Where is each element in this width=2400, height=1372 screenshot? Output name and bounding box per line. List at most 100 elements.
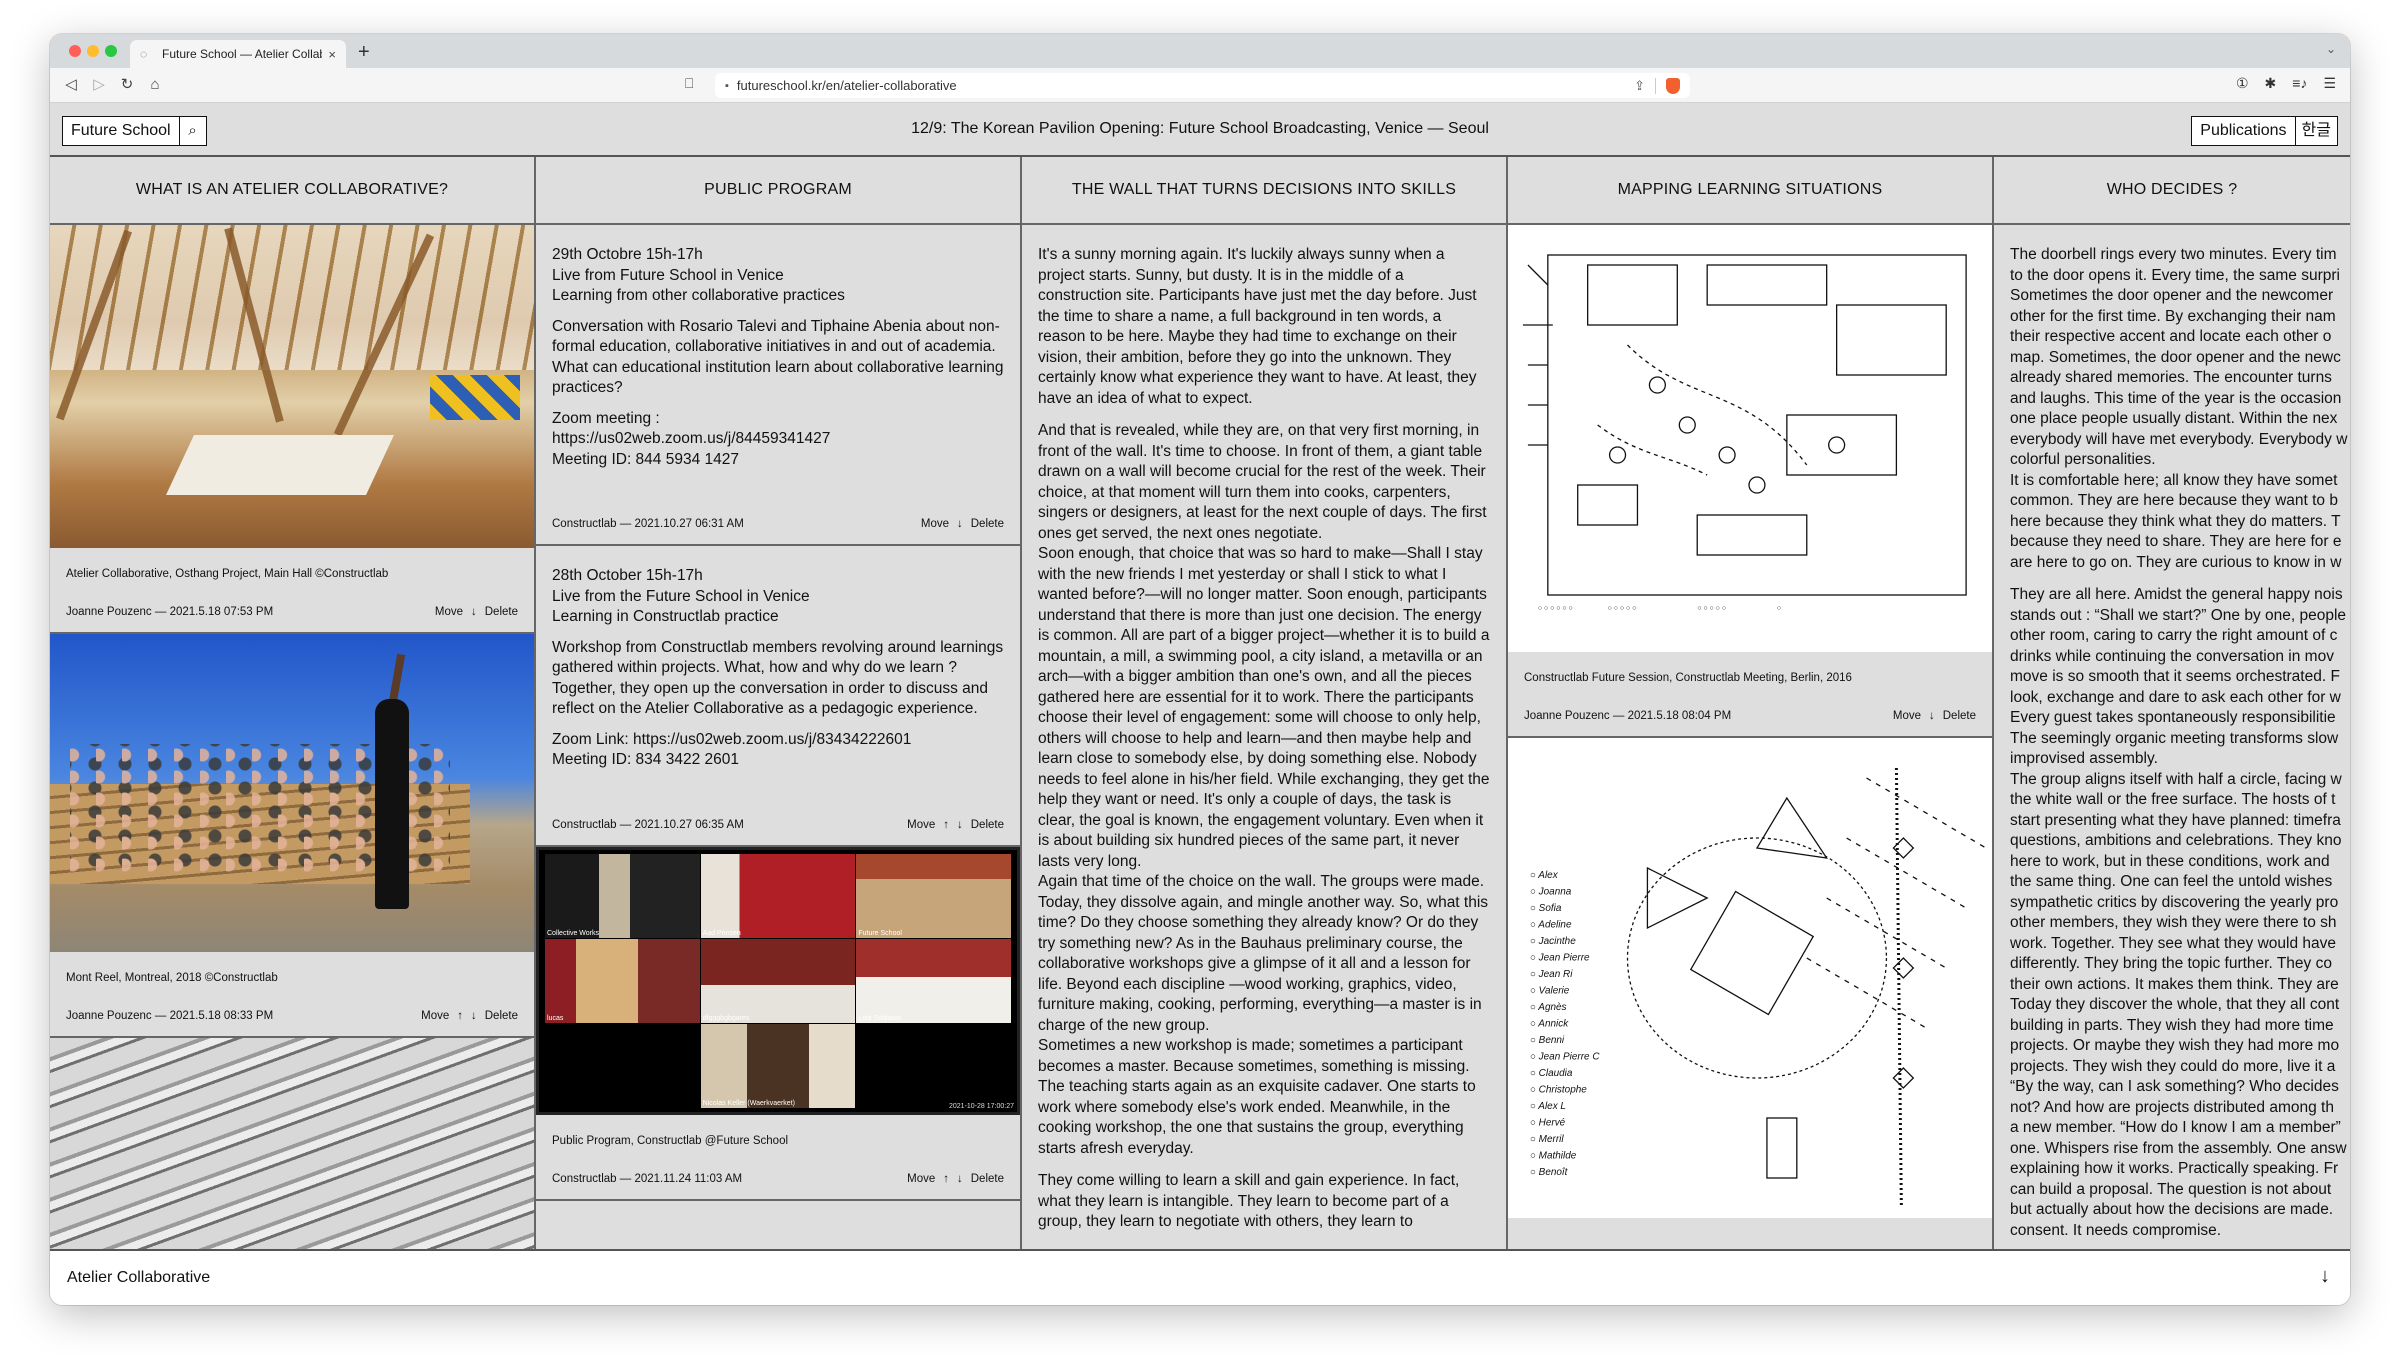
article-line: drinks while continuing the conversation…: [2010, 647, 2334, 665]
move-up-icon[interactable]: ↑: [943, 1173, 949, 1185]
footer-title[interactable]: Atelier Collaborative: [67, 1269, 210, 1287]
zoom-link[interactable]: https://us02web.zoom.us/j/84459341427: [552, 430, 830, 447]
browser-tab[interactable]: ◌ Future School — Atelier Collabo ×: [130, 40, 346, 68]
language-toggle-button[interactable]: 한글: [2296, 117, 2337, 145]
move-label: Move: [907, 1172, 936, 1185]
zoom-screenshot[interactable]: Collective Works Aad Prinsen Future Scho…: [536, 846, 1020, 1115]
home-icon[interactable]: ⌂: [144, 74, 166, 96]
article-line: one place people usually distant. Within…: [2010, 410, 2338, 427]
workshop-photo[interactable]: [50, 225, 534, 548]
article-line: consent. It needs compromise.: [2010, 1221, 2222, 1239]
diagram-markers: [1892, 837, 1915, 1089]
montreal-photo[interactable]: [50, 634, 534, 952]
column-header[interactable]: WHAT IS AN ATELIER COLLABORATIVE?: [50, 157, 534, 225]
video-tile: Nicolas Keller (Waerkvaerket): [700, 1023, 856, 1108]
minimize-window-button[interactable]: [87, 45, 99, 57]
article-line: The seemingly organic meeting transforms…: [2010, 729, 2339, 747]
url-text[interactable]: futureschool.kr/en/atelier-collaborative: [737, 78, 1634, 93]
move-down-icon[interactable]: ↓: [957, 819, 963, 831]
image-caption: Constructlab Future Session, Constructla…: [1524, 672, 1852, 684]
move-up-icon[interactable]: ↑: [943, 819, 949, 831]
article-line: improvised assembly.: [2010, 750, 2158, 767]
move-label: Move: [1892, 710, 1921, 722]
photo-table: [166, 435, 394, 495]
event-links: Zoom Link: https://us02web.zoom.us/j/834…: [552, 730, 1004, 771]
zoom-link[interactable]: Zoom Link: https://us02web.zoom.us/j/834…: [552, 731, 911, 748]
announcement-link[interactable]: 12/9: The Korean Pavilion Opening: Futur…: [911, 120, 1489, 137]
article-line: but actually about how the decisions are…: [2010, 1201, 2334, 1218]
event-topic: Learning in Constructlab practice: [552, 608, 779, 625]
sketch-name-label: ○ Jean Ri: [1530, 969, 1573, 980]
back-icon[interactable]: ◁: [60, 74, 82, 96]
delete-button[interactable]: Delete: [485, 606, 518, 618]
article-line: not? And how are projects distributed am…: [2010, 1098, 2334, 1116]
plan-table: [1577, 484, 1639, 526]
plan-person: [1748, 476, 1766, 494]
article-text: It's a sunny morning again. It's luckily…: [1022, 225, 1506, 1233]
article-line: sympathetic critics by discovering the y…: [2010, 893, 2339, 911]
plan-person: [1648, 376, 1666, 394]
move-down-icon[interactable]: ↓: [957, 1173, 963, 1185]
close-tab-icon[interactable]: ×: [328, 47, 336, 62]
address-bar[interactable]: ▪ futureschool.kr/en/atelier-collaborati…: [715, 73, 1690, 98]
floorplan-sketch[interactable]: ○ ○ ○ ○ ○ ○ ○ ○ ○ ○ ○ ○ ○ ○ ○ ○ ○: [1508, 225, 1992, 652]
close-window-button[interactable]: [69, 45, 81, 57]
menu-icon[interactable]: ☰: [2323, 75, 2336, 92]
facade-photo[interactable]: [50, 1038, 534, 1249]
meta-row: Constructlab — 2021.10.27 06:31 AM Move …: [536, 518, 1020, 544]
sketch-name-label: ○ Valerie: [1530, 985, 1570, 996]
share-icon[interactable]: ⇪: [1634, 78, 1645, 94]
card-meta: Mont Reel, Montreal, 2018 ©Constructlab …: [50, 952, 534, 1036]
move-down-icon[interactable]: ↓: [1929, 710, 1935, 722]
column-body[interactable]: 29th Octobre 15h-17h Live from Future Sc…: [536, 225, 1020, 1249]
reload-icon[interactable]: ↻: [116, 74, 138, 96]
article-line: the same thing. One can feel the untold …: [2010, 873, 2333, 890]
diagram-circle: [1626, 837, 1888, 1079]
forward-icon[interactable]: ▷: [88, 74, 110, 96]
delete-button[interactable]: Delete: [1943, 710, 1976, 722]
article-line: start presenting what they have planned:…: [2010, 811, 2341, 829]
media-playlist-icon[interactable]: ≡♪: [2292, 75, 2307, 92]
article-line: questions, ambitions and celebrations. T…: [2010, 832, 2342, 849]
move-up-icon[interactable]: ↑: [457, 1010, 463, 1022]
column-body[interactable]: Atelier Collaborative, Osthang Project, …: [50, 225, 534, 1249]
move-down-icon[interactable]: ↓: [471, 1010, 477, 1022]
column-body[interactable]: ○ ○ ○ ○ ○ ○ ○ ○ ○ ○ ○ ○ ○ ○ ○ ○ ○ Constr…: [1508, 225, 1992, 1249]
column-body[interactable]: It's a sunny morning again. It's luckily…: [1022, 225, 1506, 1249]
article-paragraph: They are all here. Amidst the general ha…: [2010, 585, 2347, 1241]
delete-button[interactable]: Delete: [485, 1010, 518, 1022]
article-line: to the door opens it. Every time, the sa…: [2010, 266, 2340, 284]
maximize-window-button[interactable]: [105, 45, 117, 57]
event-links: Zoom meeting : https://us02web.zoom.us/j…: [552, 409, 1004, 471]
delete-button[interactable]: Delete: [971, 819, 1004, 831]
delete-button[interactable]: Delete: [971, 1173, 1004, 1185]
diagram-hatching: [1806, 777, 1987, 1029]
password-manager-icon[interactable]: ①: [2236, 75, 2249, 92]
column-header[interactable]: WHO DECIDES ?: [1994, 157, 2350, 225]
column-body[interactable]: The doorbell rings every two minutes. Ev…: [1994, 225, 2350, 1249]
scroll-down-arrow-icon[interactable]: ↓: [2320, 1265, 2330, 1288]
sketch-name-label: ○ Annick: [1530, 1018, 1569, 1029]
tab-list-chevron-icon[interactable]: ⌄: [2326, 42, 2336, 56]
event-location: Live from Future School in Venice: [552, 266, 784, 284]
article-paragraph: It's a sunny morning again. It's luckily…: [1038, 246, 1477, 407]
extensions-puzzle-icon[interactable]: ✱: [2265, 75, 2277, 92]
new-tab-button[interactable]: +: [358, 40, 370, 64]
plan-table: [1696, 514, 1808, 556]
article-line: common. They are here because they want …: [2010, 492, 2338, 509]
brave-shield-icon[interactable]: [1666, 77, 1680, 94]
bookmark-icon[interactable]: ⎕: [685, 75, 693, 92]
column-header[interactable]: MAPPING LEARNING SITUATIONS: [1508, 157, 1992, 225]
move-down-icon[interactable]: ↓: [957, 518, 963, 530]
publications-button[interactable]: Publications: [2192, 117, 2296, 145]
delete-button[interactable]: Delete: [971, 518, 1004, 530]
article-paragraph: And that is revealed, while they are, on…: [1038, 422, 1487, 542]
column-header[interactable]: PUBLIC PROGRAM: [536, 157, 1020, 225]
column-public-program: PUBLIC PROGRAM 29th Octobre 15h-17h Live…: [536, 157, 1022, 1249]
column-header[interactable]: THE WALL THAT TURNS DECISIONS INTO SKILL…: [1022, 157, 1506, 225]
author-date: Constructlab — 2021.10.27 06:35 AM: [552, 818, 744, 831]
circle-diagram-sketch[interactable]: ○ Alex ○ Joanna ○ Sofia ○ Adeline ○ Jacinthe…: [1508, 738, 1992, 1218]
article-line: because they need to share. They are her…: [2010, 533, 2342, 550]
move-down-icon[interactable]: ↓: [471, 606, 477, 618]
